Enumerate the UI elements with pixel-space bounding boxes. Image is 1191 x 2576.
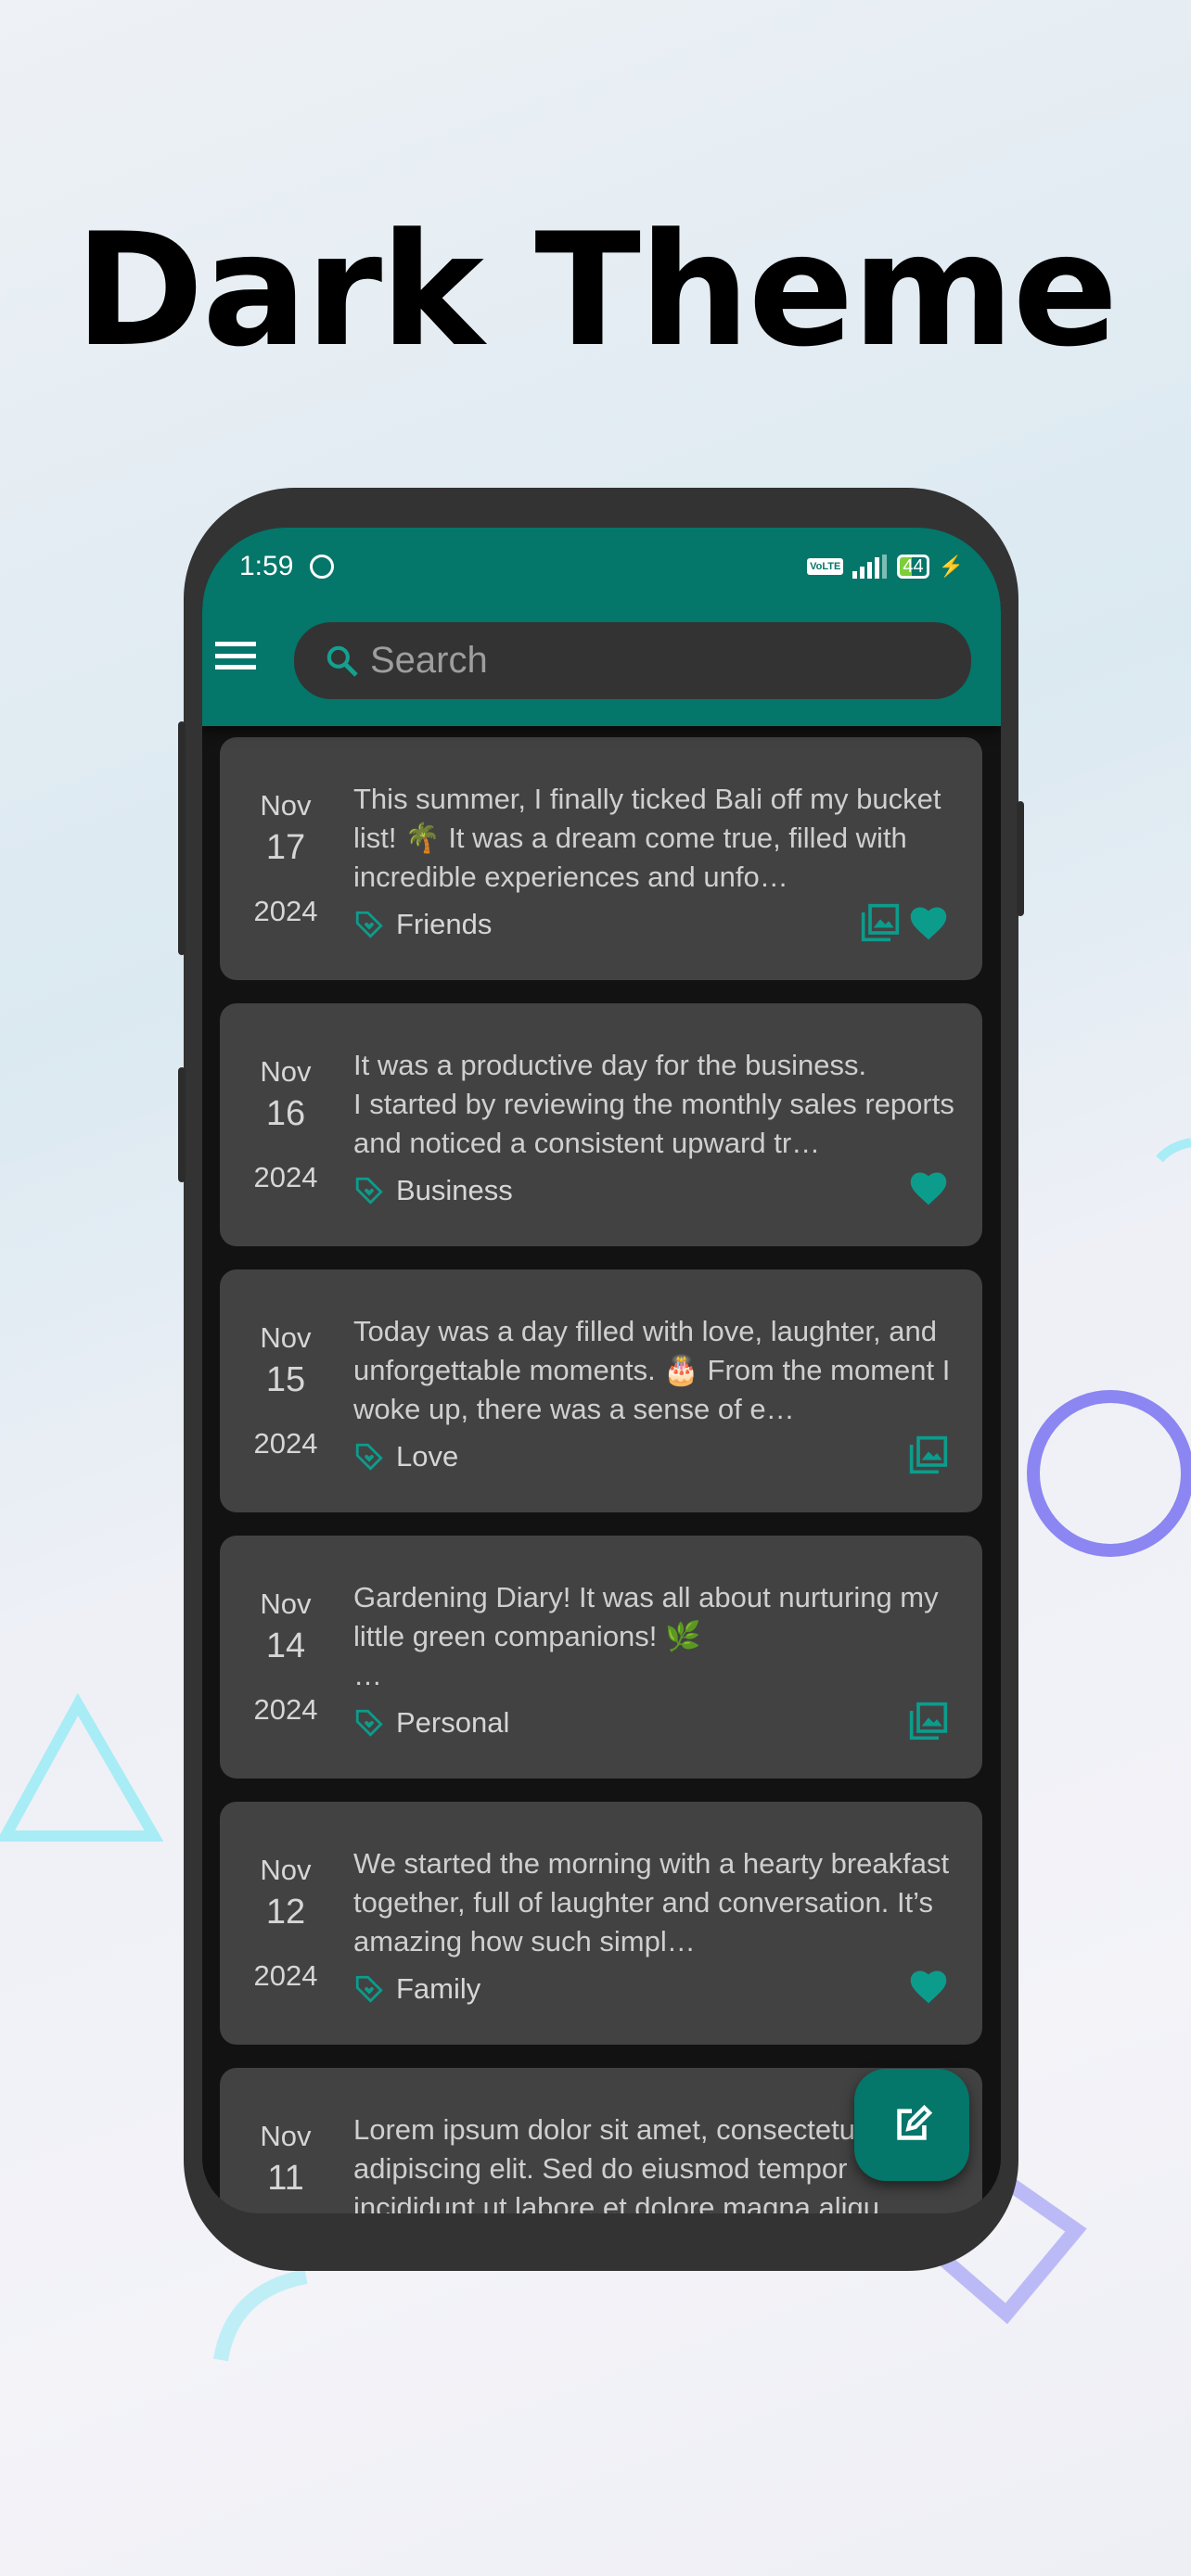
image-gallery-icon [909,1435,948,1474]
entry-year: 2024 [253,1959,318,1992]
entry-preview-text: Today was a day filled with love, laught… [353,1315,951,1425]
entry-preview-text: This summer, I finally ticked Bali off m… [353,783,941,893]
decor-triangle [0,1692,164,1842]
entry-month: Nov [260,789,312,822]
app-bar: 1:59 VoLTE 44 ⚡ Search [202,528,1001,726]
entry-icons [860,902,949,943]
tag-label: Love [396,1440,459,1473]
image-gallery-icon [909,1702,948,1741]
entry-month: Nov [260,1854,312,1886]
signal-icon [852,555,888,579]
entry-tag: Business [353,1174,513,1207]
journal-entry-card[interactable]: Nov 15 2024 Today was a day filled with … [220,1269,982,1512]
entry-day: 16 [265,1094,306,1133]
entry-icons [908,1168,949,1207]
tag-label: Family [396,1972,481,2005]
entry-icons [908,1967,949,2006]
menu-button[interactable] [215,642,256,670]
charging-icon: ⚡ [938,555,964,578]
search-input[interactable]: Search [294,622,971,699]
entry-icons [908,1701,949,1741]
entry-year: 2024 [253,895,318,927]
tag-icon [355,1709,383,1737]
tag-icon [355,1443,383,1471]
side-button [178,721,186,955]
journal-entry-card[interactable]: Nov 17 2024 This summer, I finally ticke… [220,737,982,980]
entry-day: 11 [267,2159,304,2198]
decor-arc-right [1156,1138,1191,1163]
entry-day: 17 [265,828,306,867]
entry-preview-text: Gardening Diary! It was all about nurtur… [353,1581,939,1691]
search-placeholder: Search [370,640,488,681]
entry-month: Nov [260,2120,312,2152]
volte-icon: VoLTE [807,558,844,575]
entry-day: 12 [265,1893,306,1932]
entry-icons [908,1435,949,1475]
tag-label: Friends [396,908,493,940]
battery-icon: 44 [897,555,929,579]
favorite-heart-icon[interactable] [908,1967,949,2006]
entry-tag: Personal [353,1706,509,1740]
entry-month: Nov [260,1055,312,1088]
favorite-heart-icon[interactable] [908,1168,949,1207]
new-entry-button[interactable] [854,2069,969,2181]
entry-year: 2024 [253,1693,318,1726]
entry-month: Nov [260,1588,312,1620]
entry-year: 2024 [253,1427,318,1460]
decor-arc [213,2269,308,2362]
entry-year: 2024 [253,1161,318,1193]
entry-day: 14 [265,1626,306,1665]
phone-frame: 1:59 VoLTE 44 ⚡ Search Nov 17 2024 This … [178,488,1024,2271]
entry-tag: Family [353,1972,480,2006]
entry-preview-text: It was a productive day for the business… [353,1049,954,1159]
app-screen: 1:59 VoLTE 44 ⚡ Search Nov 17 2024 This … [202,528,1001,2213]
journal-entry-card[interactable]: Nov 14 2024 Gardening Diary! It was all … [220,1536,982,1779]
favorite-heart-icon[interactable] [908,903,949,942]
tag-icon [355,911,383,938]
tag-label: Business [396,1174,513,1206]
entry-month: Nov [260,1321,312,1354]
journal-entry-card[interactable]: Nov 16 2024 It was a productive day for … [220,1003,982,1246]
tag-icon [355,1177,383,1205]
entry-tag: Love [353,1440,458,1473]
tag-label: Personal [396,1706,510,1739]
entry-preview-text: We started the morning with a hearty bre… [353,1847,950,1958]
status-bar: 1:59 VoLTE 44 ⚡ [239,548,964,585]
tag-icon [355,1975,383,2003]
decor-circle [1027,1390,1191,1557]
search-icon [327,645,358,677]
entry-tag: Friends [353,908,492,941]
side-button [1017,801,1024,916]
image-gallery-icon [861,903,900,942]
edit-note-icon [897,2104,933,2140]
side-button [178,1067,186,1182]
journal-entry-card[interactable]: Nov 12 2024 We started the morning with … [220,1802,982,2045]
status-time: 1:59 [239,551,294,581]
entry-day: 15 [265,1360,306,1399]
notification-icon [310,555,335,579]
